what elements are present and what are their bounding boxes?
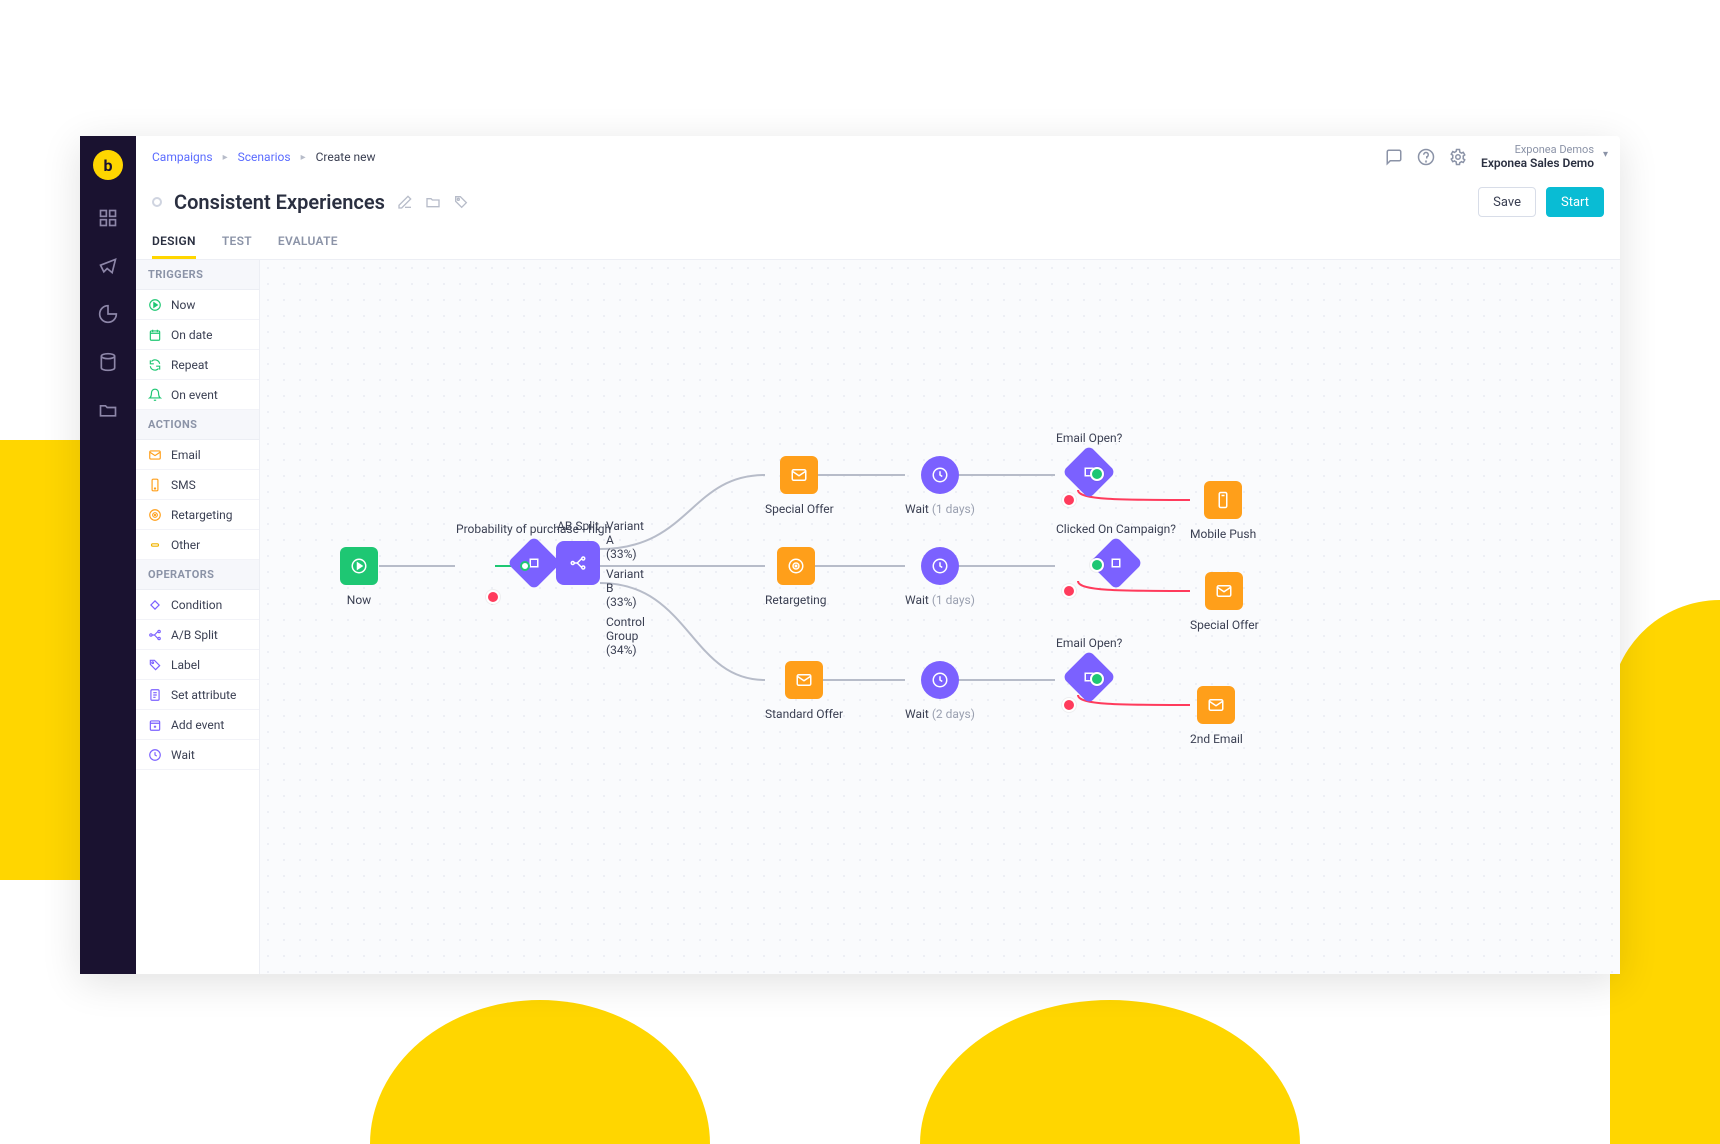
palette-op-absplit[interactable]: A/B Split (136, 620, 259, 650)
palette-op-addevent[interactable]: Add event (136, 710, 259, 740)
titlebar: Consistent Experiences Save Start (136, 178, 1620, 226)
node-condition-clicked[interactable]: Clicked On Campaign? (1056, 522, 1176, 582)
node-wait-3[interactable]: Wait (2 days) (905, 661, 975, 721)
palette-op-wait[interactable]: Wait (136, 740, 259, 770)
decorative-accent (370, 1000, 710, 1144)
palette-op-label[interactable]: Label (136, 650, 259, 680)
port (520, 561, 530, 571)
node-email-2nd[interactable]: 2nd Email (1190, 686, 1243, 746)
settings-icon[interactable] (1449, 148, 1467, 166)
tabs: DESIGN TEST EVALUATE (136, 226, 1620, 260)
decorative-accent (920, 1000, 1300, 1144)
palette-trigger-now[interactable]: Now (136, 290, 259, 320)
node-mobile-push[interactable]: Mobile Push (1190, 481, 1256, 541)
node-condition-email-open-2[interactable]: Email Open? (1056, 636, 1122, 696)
node-email-special-offer-out[interactable]: Special Offer (1190, 572, 1259, 632)
node-condition-email-open-1[interactable]: Email Open? (1056, 431, 1122, 491)
breadcrumb-current: Create new (316, 150, 376, 164)
split-variants: Variant A (33%) Variant B (33%) Control … (606, 519, 645, 657)
campaigns-icon[interactable] (98, 256, 118, 276)
folder-icon[interactable] (425, 194, 441, 210)
error-marker-icon (1062, 698, 1076, 712)
status-indicator (152, 197, 162, 207)
node-retargeting[interactable]: Retargeting (765, 547, 826, 607)
palette-trigger-repeat[interactable]: Repeat (136, 350, 259, 380)
palette-op-setattribute[interactable]: Set attribute (136, 680, 259, 710)
node-now[interactable]: Now (340, 547, 378, 607)
comment-icon[interactable] (1385, 148, 1403, 166)
error-marker-icon (486, 590, 500, 604)
success-marker-icon (1090, 558, 1104, 572)
palette-action-other[interactable]: Other (136, 530, 259, 560)
help-icon[interactable] (1417, 148, 1435, 166)
decorative-accent (1610, 600, 1720, 1144)
tab-evaluate[interactable]: EVALUATE (278, 226, 338, 259)
tag-icon[interactable] (453, 194, 469, 210)
palette-action-retargeting[interactable]: Retargeting (136, 500, 259, 530)
start-button[interactable]: Start (1546, 187, 1604, 217)
analytics-icon[interactable] (98, 304, 118, 324)
tab-test[interactable]: TEST (222, 226, 252, 259)
topbar: Campaigns ▸ Scenarios ▸ Create new Expon… (136, 136, 1620, 178)
data-icon[interactable] (98, 352, 118, 372)
breadcrumb: Campaigns ▸ Scenarios ▸ Create new (152, 150, 376, 164)
node-email-special-offer[interactable]: Special Offer (765, 456, 834, 516)
palette-trigger-ondate[interactable]: On date (136, 320, 259, 350)
page-title: Consistent Experiences (174, 190, 385, 214)
account-switcher[interactable]: Exponea Demos Exponea Sales Demo (1481, 143, 1604, 172)
palette-header-operators: OPERATORS (136, 560, 259, 590)
error-marker-icon (1062, 584, 1076, 598)
brand-logo[interactable]: b (93, 150, 123, 180)
node-wait-2[interactable]: Wait (1 days) (905, 547, 975, 607)
palette-action-email[interactable]: Email (136, 440, 259, 470)
success-marker-icon (1090, 672, 1104, 686)
breadcrumb-campaigns[interactable]: Campaigns (152, 150, 213, 164)
decorative-accent (0, 440, 90, 880)
edges (260, 260, 1620, 974)
palette-op-condition[interactable]: Condition (136, 590, 259, 620)
palette-header-triggers: TRIGGERS (136, 260, 259, 290)
palette-trigger-onevent[interactable]: On event (136, 380, 259, 410)
tab-design[interactable]: DESIGN (152, 226, 196, 259)
palette-header-actions: ACTIONS (136, 410, 259, 440)
success-marker-icon (1090, 467, 1104, 481)
save-button[interactable]: Save (1478, 187, 1536, 217)
scenario-canvas[interactable]: Now Probability of purchase - high AB Sp… (260, 260, 1620, 974)
node-palette: TRIGGERS Now On date Repeat On event ACT… (136, 260, 260, 974)
breadcrumb-scenarios[interactable]: Scenarios (238, 150, 291, 164)
dashboard-icon[interactable] (98, 208, 118, 228)
node-email-standard-offer[interactable]: Standard Offer (765, 661, 843, 721)
palette-action-sms[interactable]: SMS (136, 470, 259, 500)
error-marker-icon (1062, 493, 1076, 507)
nav-rail: b (80, 136, 136, 974)
app-window: b Campaigns ▸ Scenarios ▸ Create new Exp… (80, 136, 1620, 974)
assets-icon[interactable] (98, 400, 118, 420)
node-wait-1[interactable]: Wait (1 days) (905, 456, 975, 516)
node-ab-split[interactable]: AB Split Variant A (33%) Variant B (33%)… (556, 519, 600, 585)
edit-icon[interactable] (397, 194, 413, 210)
